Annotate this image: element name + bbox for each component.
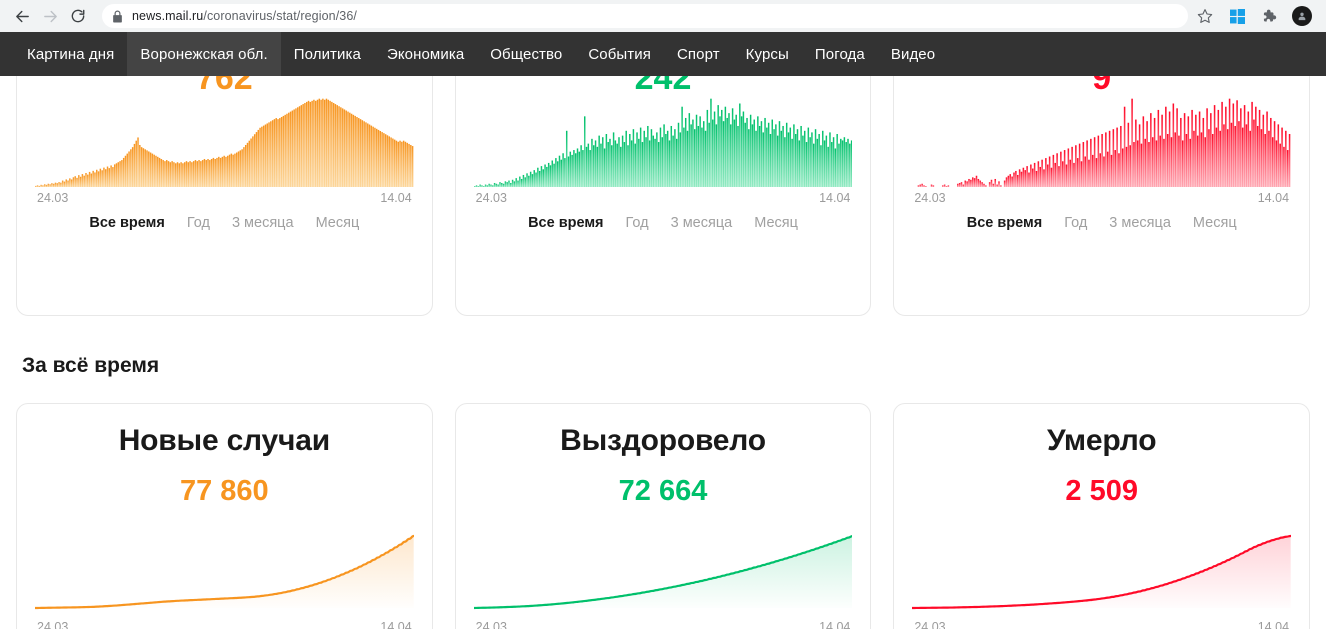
reload-icon xyxy=(71,9,85,23)
line-area-fill xyxy=(912,536,1292,608)
site-navigation-bar: Картина дня Воронежская обл. Политика Эк… xyxy=(0,32,1326,76)
histogram-svg xyxy=(917,98,1291,187)
line-area-fill xyxy=(35,536,414,608)
lock-icon xyxy=(112,10,123,23)
axis-start-date: 24.03 xyxy=(37,620,69,629)
card-value: 77 860 xyxy=(179,475,269,507)
period-tab-all-time[interactable]: Все время xyxy=(528,215,603,231)
period-tab-3-months[interactable]: 3 месяца xyxy=(232,215,294,231)
back-button[interactable] xyxy=(8,2,36,30)
cumulative-new-cases-chart xyxy=(35,530,414,616)
axis-start-date: 24.03 xyxy=(914,620,946,629)
period-tab-year[interactable]: Год xyxy=(1064,215,1087,231)
axis-end-date: 14.04 xyxy=(819,191,851,205)
histogram-svg xyxy=(35,98,414,187)
axis-start-date: 24.03 xyxy=(475,191,507,205)
puzzle-piece-icon[interactable] xyxy=(1260,7,1278,25)
axis-dates: 24.03 14.04 xyxy=(35,616,414,629)
card-daily-deaths: 9 24.03 14.04 Все время Год 3 месяца Мес… xyxy=(893,60,1311,316)
nav-item-video[interactable]: Видео xyxy=(878,32,948,76)
histogram-bars xyxy=(35,98,414,187)
period-tabs: Все время Год 3 месяца Месяц xyxy=(912,205,1291,231)
browser-actions xyxy=(1196,6,1318,26)
nav-item-voronezhskaya-obl[interactable]: Воронежская обл. xyxy=(127,32,281,76)
page-content: 762 24.03 14.04 Все время Год 3 месяца М… xyxy=(0,60,1326,629)
axis-dates: 24.03 14.04 xyxy=(35,187,414,205)
period-tab-month[interactable]: Месяц xyxy=(1193,215,1237,231)
address-bar[interactable]: news.mail.ru/coronavirus/stat/region/36/ xyxy=(102,4,1188,28)
period-tab-3-months[interactable]: 3 месяца xyxy=(671,215,733,231)
axis-end-date: 14.04 xyxy=(1257,191,1290,205)
card-title: Новые случаи xyxy=(118,424,330,457)
daily-recovered-chart xyxy=(473,95,853,187)
period-tab-month[interactable]: Месяц xyxy=(316,215,360,231)
axis-start-date: 24.03 xyxy=(914,191,946,205)
axis-dates: 24.03 14.04 xyxy=(474,187,853,205)
arrow-right-icon xyxy=(43,10,57,22)
period-tab-year[interactable]: Год xyxy=(626,215,649,231)
total-stats-card-row: Новые случаи 77 860 24.03 14.04 Выздоров… xyxy=(16,403,1311,629)
nav-item-pogoda[interactable]: Погода xyxy=(802,32,878,76)
browser-toolbar: news.mail.ru/coronavirus/stat/region/36/ xyxy=(0,0,1326,32)
axis-dates: 24.03 14.04 xyxy=(912,616,1291,629)
card-daily-recovered: 242 24.03 14.04 Все время Год 3 месяца М… xyxy=(454,60,872,316)
card-total-deaths: Умерло 2 509 24.03 14.04 xyxy=(893,403,1311,629)
nav-item-kartina-dnya[interactable]: Картина дня xyxy=(14,32,127,76)
period-tab-month[interactable]: Месяц xyxy=(754,215,798,231)
card-total-new-cases: Новые случаи 77 860 24.03 14.04 xyxy=(16,403,433,629)
bookmark-star-icon[interactable] xyxy=(1196,7,1214,25)
card-title: Выздоровело xyxy=(560,424,766,457)
nav-item-politika[interactable]: Политика xyxy=(281,32,374,76)
daily-stats-card-row: 762 24.03 14.04 Все время Год 3 месяца М… xyxy=(16,60,1311,316)
profile-avatar-icon[interactable] xyxy=(1292,6,1312,26)
axis-start-date: 24.03 xyxy=(475,620,507,629)
line-chart-svg xyxy=(912,534,1292,610)
axis-end-date: 14.04 xyxy=(819,620,851,629)
axis-start-date: 24.03 xyxy=(37,191,69,205)
daily-new-cases-chart xyxy=(35,95,414,187)
nav-item-kursy[interactable]: Курсы xyxy=(733,32,802,76)
line-chart-svg xyxy=(35,534,414,610)
histogram-bars xyxy=(473,98,853,187)
nav-item-obshchestvo[interactable]: Общество xyxy=(477,32,575,76)
arrow-left-icon xyxy=(15,10,29,22)
axis-end-date: 14.04 xyxy=(380,620,412,629)
card-value: 2 509 xyxy=(1065,475,1138,507)
histogram-bars xyxy=(917,98,1291,187)
period-tabs: Все время Год 3 месяца Месяц xyxy=(474,205,853,231)
period-tab-all-time[interactable]: Все время xyxy=(967,215,1042,231)
daily-deaths-chart xyxy=(912,95,1291,187)
cumulative-recovered-chart xyxy=(473,530,853,616)
line-chart-svg xyxy=(473,534,853,610)
url-path: /coronavirus/stat/region/36/ xyxy=(203,9,357,23)
card-total-recovered: Выздоровело 72 664 24.03 14.04 xyxy=(454,403,872,629)
nav-item-sobytiya[interactable]: События xyxy=(575,32,664,76)
period-tab-all-time[interactable]: Все время xyxy=(89,215,164,231)
axis-dates: 24.03 14.04 xyxy=(474,616,853,629)
axis-end-date: 14.04 xyxy=(1257,620,1290,629)
period-tab-3-months[interactable]: 3 месяца xyxy=(1109,215,1171,231)
period-tabs: Все время Год 3 месяца Месяц xyxy=(35,205,414,231)
card-title: Умерло xyxy=(1046,424,1157,457)
line-area-fill xyxy=(473,536,853,608)
url-host: news.mail.ru xyxy=(132,9,204,23)
reload-button[interactable] xyxy=(64,2,92,30)
nav-item-ekonomika[interactable]: Экономика xyxy=(374,32,477,76)
nav-item-sport[interactable]: Спорт xyxy=(664,32,733,76)
windows-icon[interactable] xyxy=(1228,7,1246,25)
forward-button[interactable] xyxy=(36,2,64,30)
axis-end-date: 14.04 xyxy=(380,191,412,205)
histogram-svg xyxy=(473,98,853,187)
axis-dates: 24.03 14.04 xyxy=(912,187,1291,205)
card-daily-new-cases: 762 24.03 14.04 Все время Год 3 месяца М… xyxy=(16,60,433,316)
card-value: 72 664 xyxy=(618,475,708,507)
period-tab-year[interactable]: Год xyxy=(187,215,210,231)
url-text: news.mail.ru/coronavirus/stat/region/36/ xyxy=(132,4,357,28)
cumulative-deaths-chart xyxy=(912,530,1292,616)
section-title-all-time: За всё время xyxy=(22,354,160,377)
